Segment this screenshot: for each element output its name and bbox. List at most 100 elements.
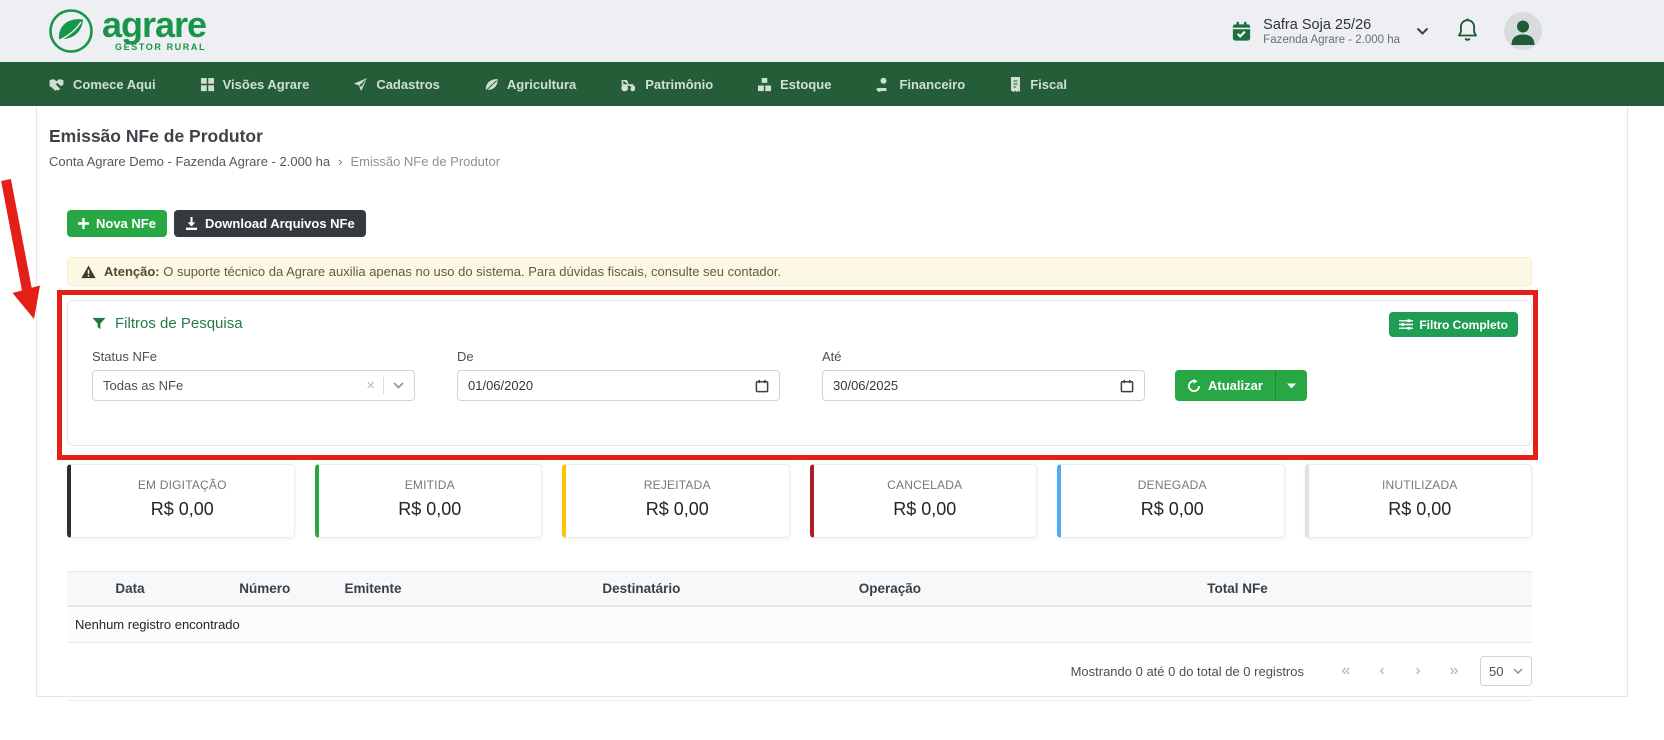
status-card-label: EMITIDA [319, 478, 542, 492]
date-from-value: 01/06/2020 [468, 378, 755, 393]
date-from-input[interactable]: 01/06/2020 [457, 370, 780, 401]
date-from-label: De [457, 349, 780, 364]
season-selector[interactable]: Safra Soja 25/26 Fazenda Agrare - 2.000 … [1230, 16, 1429, 46]
download-nfe-label: Download Arquivos NFe [205, 216, 355, 231]
status-card-label: REJEITADA [566, 478, 789, 492]
refresh-split-button: Atualizar [1175, 370, 1307, 401]
filters-panel: Filtros de Pesquisa Filtro Completo Stat… [67, 300, 1532, 446]
status-nfe-label: Status NFe [92, 349, 415, 364]
nav-item-comece-aqui[interactable]: Comece Aqui [48, 77, 156, 92]
handshake-icon [48, 77, 65, 92]
hand-coin-icon [875, 77, 891, 92]
status-card-cancelada: CANCELADA R$ 0,00 [810, 464, 1038, 538]
warning-icon [81, 265, 96, 279]
date-to-label: Até [822, 349, 1145, 364]
nav-item-cadastros[interactable]: Cadastros [353, 77, 440, 92]
nav-label: Fiscal [1030, 77, 1067, 92]
user-avatar[interactable] [1504, 12, 1542, 50]
nav-item-agricultura[interactable]: Agricultura [484, 77, 576, 92]
status-card-value: R$ 0,00 [1061, 499, 1284, 520]
content-panel: Emissão NFe de Produtor Conta Agrare Dem… [36, 106, 1628, 697]
brand-name: agrare [102, 10, 206, 40]
sliders-icon [1399, 318, 1413, 331]
empty-row: Nenhum registro encontrado [67, 607, 1532, 643]
pagination-summary: Mostrando 0 até 0 do total de 0 registro… [1071, 664, 1304, 679]
nav-item-fiscal[interactable]: Fiscal [1009, 77, 1067, 92]
nav-label: Visões Agrare [223, 77, 310, 92]
refresh-button[interactable]: Atualizar [1175, 370, 1275, 401]
status-card-label: CANCELADA [814, 478, 1037, 492]
filters-title: Filtros de Pesquisa [115, 315, 243, 332]
nav-label: Cadastros [376, 77, 440, 92]
top-header: agrare GESTOR RURAL Safra Soja 25/26 Faz… [0, 0, 1664, 62]
leaf-icon [484, 77, 499, 92]
alert-prefix: Atenção: [104, 264, 160, 279]
breadcrumb-separator-icon: › [338, 154, 342, 169]
status-nfe-select[interactable]: Todas as NFe × [92, 370, 415, 401]
page-size-select[interactable]: 50 [1480, 656, 1532, 686]
prev-page-button[interactable]: ‹ [1372, 663, 1392, 679]
date-to-value: 30/06/2025 [833, 378, 1120, 393]
status-card-em-digitacao: EM DIGITAÇÃO R$ 0,00 [67, 464, 295, 538]
chevron-down-icon [1416, 27, 1429, 36]
column-header-operacao[interactable]: Operação [851, 581, 1085, 596]
breadcrumb: Conta Agrare Demo - Fazenda Agrare - 2.0… [49, 154, 500, 169]
season-subtitle: Fazenda Agrare - 2.000 ha [1263, 34, 1400, 46]
status-card-emitida: EMITIDA R$ 0,00 [315, 464, 543, 538]
pagination: Mostrando 0 até 0 do total de 0 registro… [67, 656, 1532, 686]
last-page-button[interactable]: » [1444, 663, 1464, 679]
filters-row: Status NFe Todas as NFe × De 01/06/2020 [92, 349, 1531, 401]
page-size-chevron-icon [1513, 668, 1523, 674]
status-card-value: R$ 0,00 [566, 499, 789, 520]
bell-icon [1455, 17, 1480, 43]
paper-plane-icon [353, 77, 368, 92]
full-filter-button[interactable]: Filtro Completo [1389, 312, 1518, 337]
status-card-value: R$ 0,00 [1309, 499, 1532, 520]
clear-selection-icon[interactable]: × [358, 377, 383, 394]
brand-tagline: GESTOR RURAL [115, 42, 206, 52]
next-page-button[interactable]: › [1408, 663, 1428, 679]
date-to-input[interactable]: 30/06/2025 [822, 370, 1145, 401]
status-nfe-field: Status NFe Todas as NFe × [92, 349, 415, 401]
notifications-button[interactable] [1455, 17, 1480, 46]
app-screen: agrare GESTOR RURAL Safra Soja 25/26 Faz… [0, 0, 1664, 740]
status-card-rejeitada: REJEITADA R$ 0,00 [562, 464, 790, 538]
filters-header: Filtros de Pesquisa [92, 315, 1531, 332]
status-nfe-value: Todas as NFe [103, 378, 358, 393]
date-to-field: Até 30/06/2025 [822, 349, 1145, 401]
calendar-check-icon [1230, 20, 1253, 43]
column-header-emitente[interactable]: Emitente [337, 581, 595, 596]
calendar-icon [755, 379, 769, 393]
select-divider [383, 377, 384, 394]
alert-text: Atenção: O suporte técnico da Agrare aux… [104, 264, 781, 279]
main-nav: Comece Aqui Visões Agrare Cadastros Agri… [0, 62, 1664, 106]
calendar-icon [1120, 379, 1134, 393]
breadcrumb-root[interactable]: Conta Agrare Demo - Fazenda Agrare - 2.0… [49, 154, 330, 169]
breadcrumb-current: Emissão NFe de Produtor [350, 154, 500, 169]
refresh-label: Atualizar [1208, 378, 1263, 393]
first-page-button[interactable]: « [1336, 663, 1356, 679]
new-nfe-button[interactable]: Nova NFe [67, 210, 167, 237]
user-icon [1504, 12, 1542, 50]
download-icon [185, 217, 198, 230]
grid-icon [200, 77, 215, 92]
column-header-numero[interactable]: Número [193, 581, 337, 596]
warning-alert: Atenção: O suporte técnico da Agrare aux… [67, 257, 1532, 286]
brand-logo[interactable]: agrare GESTOR RURAL [48, 8, 206, 54]
season-title: Safra Soja 25/26 [1263, 16, 1400, 34]
column-header-data[interactable]: Data [67, 581, 193, 596]
column-header-destinatario[interactable]: Destinatário [594, 581, 850, 596]
download-nfe-files-button[interactable]: Download Arquivos NFe [174, 210, 366, 237]
nav-item-patrimonio[interactable]: Patrimônio [620, 77, 713, 92]
refresh-dropdown-toggle[interactable] [1275, 370, 1307, 401]
nav-item-estoque[interactable]: Estoque [757, 77, 831, 92]
column-header-total-nfe[interactable]: Total NFe [1085, 581, 1532, 596]
plus-icon [78, 218, 89, 229]
nav-item-financeiro[interactable]: Financeiro [875, 77, 965, 92]
nav-item-visoes-agrare[interactable]: Visões Agrare [200, 77, 310, 92]
status-card-value: R$ 0,00 [319, 499, 542, 520]
status-card-label: EM DIGITAÇÃO [71, 478, 294, 492]
status-cards-row: EM DIGITAÇÃO R$ 0,00 EMITIDA R$ 0,00 REJ… [67, 464, 1532, 538]
status-card-value: R$ 0,00 [71, 499, 294, 520]
header-actions: Safra Soja 25/26 Fazenda Agrare - 2.000 … [1230, 12, 1542, 50]
